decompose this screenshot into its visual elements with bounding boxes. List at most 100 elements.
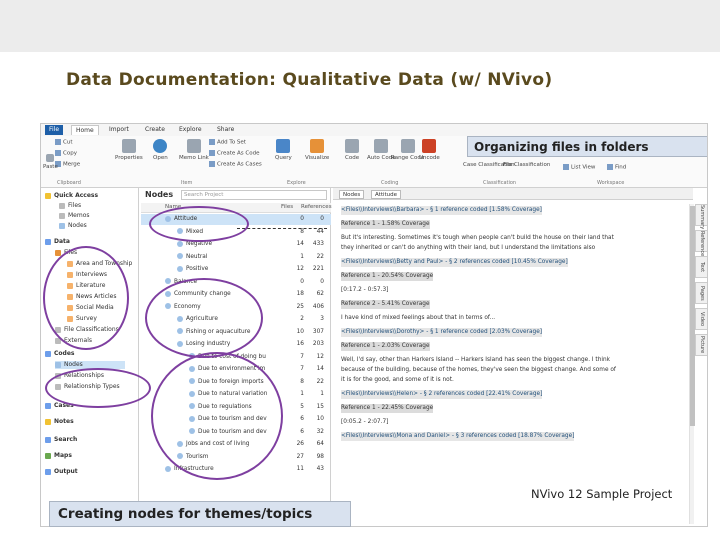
nav-quick-memos[interactable]: Memos: [59, 212, 90, 220]
file-classification-button[interactable]: File Classification: [503, 162, 550, 168]
tab-home[interactable]: Home: [71, 125, 99, 135]
memo-link-button[interactable]: Memo Link: [179, 139, 209, 161]
table-row[interactable]: Neutral 1 22: [141, 252, 331, 263]
copy-button[interactable]: Copy: [55, 150, 77, 157]
search-project-input[interactable]: Search Project: [181, 190, 327, 200]
node-files-count: 25: [296, 303, 304, 310]
query-button[interactable]: Query: [275, 139, 292, 161]
reference-text: they inherited or can't do anything with…: [341, 245, 596, 251]
reference-coverage: Reference 2 - 5.41% Coverage: [341, 300, 430, 309]
node-icon: [55, 361, 61, 368]
nav-codes[interactable]: Codes: [45, 350, 74, 358]
callout-creating-nodes: Creating nodes for themes/topics: [49, 501, 351, 527]
tab-attitude[interactable]: Attitude: [371, 190, 402, 199]
query-icon: [276, 139, 291, 153]
table-row[interactable]: Positive 12 221: [141, 264, 331, 275]
reference-file-link[interactable]: <Files\\Interviews\\Betty and Paul> - § …: [341, 258, 568, 267]
callout-organizing-folders: Organizing files in folders: [467, 136, 707, 157]
vertical-scrollbar[interactable]: [689, 204, 695, 524]
node-references-count: 1: [320, 391, 324, 397]
range-code-icon: [400, 139, 415, 153]
node-references-count: 32: [316, 428, 324, 435]
node-icon: [177, 240, 183, 247]
add-to-set-button[interactable]: Add To Set: [209, 139, 246, 146]
node-files-count: 7: [300, 353, 304, 360]
find-button[interactable]: Find: [607, 164, 626, 171]
node-files-count: 10: [296, 328, 304, 335]
table-row[interactable]: Negative 14 433: [141, 239, 331, 250]
tab-create[interactable]: Create: [141, 125, 169, 135]
reference-file-link[interactable]: <Files\\Interviews\\Dorothy> - § 1 refer…: [341, 328, 543, 337]
node-files-count: 1: [300, 391, 304, 397]
nav-data[interactable]: Data: [45, 238, 70, 246]
nav-notes[interactable]: Notes: [45, 418, 74, 426]
node-files-count: 1: [300, 253, 304, 260]
node-references-count: 43: [316, 466, 324, 472]
tab-explore[interactable]: Explore: [175, 125, 206, 135]
reference-coverage: Reference 1 - 2.03% Coverage: [341, 342, 430, 351]
tab-nodes[interactable]: Nodes: [339, 190, 365, 199]
uncode-button[interactable]: Uncode: [419, 139, 440, 161]
group-coding: Coding: [381, 180, 399, 186]
node-files-count: 0: [300, 278, 304, 285]
node-icon: [177, 253, 183, 259]
nav-quick-access[interactable]: Quick Access: [45, 192, 98, 200]
node-icon: [59, 222, 65, 229]
side-tab[interactable]: Summary: [695, 204, 707, 229]
nav-maps[interactable]: Maps: [45, 452, 72, 460]
properties-icon: [121, 139, 136, 153]
nav-output[interactable]: Output: [45, 468, 78, 476]
reference-file-link[interactable]: <Files\\Interviews\\Helen> - § 2 referen…: [341, 390, 543, 399]
notes-icon: [45, 418, 51, 425]
group-workspace: Workspace: [597, 180, 625, 186]
navigation-pane: Quick Access Files Memos Nodes Data File…: [41, 188, 139, 526]
nav-search[interactable]: Search: [45, 436, 77, 444]
code-icon: [345, 139, 360, 153]
side-tab[interactable]: Picture: [695, 334, 707, 356]
reference-coverage: Reference 1 - 1.58% Coverage: [341, 220, 430, 229]
reference-file-link[interactable]: <Files\\Interviews\\Barbara> - § 1 refer…: [341, 206, 542, 215]
node-files-count: 8: [300, 378, 304, 385]
reference-file-link[interactable]: <Files\\Interviews\\Mona and Daniel> - §…: [341, 432, 575, 441]
tab-share[interactable]: Share: [213, 125, 238, 135]
visualize-button[interactable]: Visualize: [305, 139, 329, 161]
node-files-count: 14: [296, 241, 304, 247]
cut-button[interactable]: Cut: [55, 139, 72, 146]
highlight-circle-top-nodes: [145, 278, 263, 358]
tab-file[interactable]: File: [45, 125, 64, 135]
list-view-button[interactable]: List View: [563, 164, 595, 171]
ribbon-tabs: File Home Import Create Explore Share: [41, 124, 707, 136]
node-files-count: 12: [296, 266, 304, 272]
col-files[interactable]: Files: [281, 204, 293, 210]
code-button[interactable]: Code: [345, 139, 359, 161]
node-files-count: 7: [300, 366, 304, 372]
highlight-circle-codes: [45, 368, 151, 408]
node-references-count: 3: [320, 316, 324, 322]
tab-import[interactable]: Import: [105, 125, 133, 135]
group-classification: Classification: [483, 180, 517, 186]
merge-button[interactable]: Merge: [55, 161, 80, 168]
side-tab[interactable]: Reference: [695, 230, 707, 256]
nav-quick-nodes[interactable]: Nodes: [59, 222, 87, 230]
open-button[interactable]: Open: [153, 139, 168, 161]
side-tab[interactable]: Text: [695, 256, 707, 278]
side-tab[interactable]: Video: [695, 308, 707, 330]
node-files-count: 27: [296, 453, 304, 460]
node-references-count: 10: [316, 416, 324, 422]
node-references-count: 203: [312, 341, 324, 347]
output-icon: [45, 468, 51, 475]
create-as-code-button[interactable]: Create As Code: [209, 150, 259, 157]
slide-top-bar: [0, 0, 720, 52]
paste-button[interactable]: Paste: [43, 154, 58, 170]
nav-quick-files[interactable]: Files: [59, 202, 81, 210]
node-files-count: 18: [296, 291, 304, 297]
group-clipboard: Clipboard: [57, 180, 81, 186]
node-name: Positive: [177, 264, 208, 275]
node-files-count: 2: [300, 316, 304, 322]
create-as-cases-button[interactable]: Create As Cases: [209, 161, 262, 168]
properties-button[interactable]: Properties: [115, 139, 143, 161]
col-references[interactable]: References: [301, 204, 332, 210]
node-references-count: 14: [316, 366, 324, 372]
node-files-count: 0: [300, 216, 304, 222]
side-tab[interactable]: Pages: [695, 282, 707, 304]
